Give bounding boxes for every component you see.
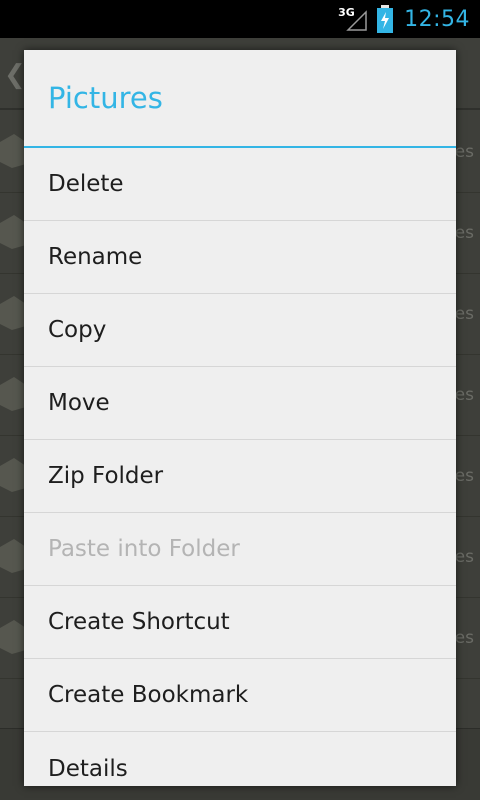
background-row-text: es [454,628,474,648]
background-row-text: es [454,142,474,162]
menu-item-create-shortcut[interactable]: Create Shortcut [24,586,456,659]
battery-charging-icon [377,5,394,33]
context-menu-dialog: Pictures Delete Rename Copy Move Zip Folder P… [24,50,456,786]
background-row-text: es [454,466,474,486]
folder-icon [0,296,26,330]
signal-indicator: 3G [338,6,368,32]
clock: 12:54 [404,6,470,32]
status-bar: 3G 12:54 [0,0,480,38]
menu-item-zip-folder[interactable]: Zip Folder [24,440,456,513]
folder-icon [0,377,26,411]
folder-icon [0,539,26,573]
folder-icon [0,620,26,654]
folder-icon [0,458,26,492]
folder-icon [0,215,26,249]
menu-item-details[interactable]: Details [24,732,456,786]
screen: 3G 12:54 ❮ es es es es es es es Pictures Delet… [0,0,480,800]
folder-icon [0,134,26,168]
background-row-text: es [454,223,474,243]
context-menu-list: Delete Rename Copy Move Zip Folder Paste into… [24,148,456,786]
menu-item-paste-into-folder: Paste into Folder [24,513,456,586]
background-row-text: es [454,385,474,405]
signal-icon [346,10,367,31]
menu-item-rename[interactable]: Rename [24,221,456,294]
menu-item-create-bookmark[interactable]: Create Bookmark [24,659,456,732]
menu-item-copy[interactable]: Copy [24,294,456,367]
back-chevron-icon: ❮ [4,60,26,90]
background-row-text: es [454,547,474,567]
menu-item-delete[interactable]: Delete [24,148,456,221]
menu-item-move[interactable]: Move [24,367,456,440]
dialog-title: Pictures [24,50,456,148]
background-row-text: es [454,304,474,324]
